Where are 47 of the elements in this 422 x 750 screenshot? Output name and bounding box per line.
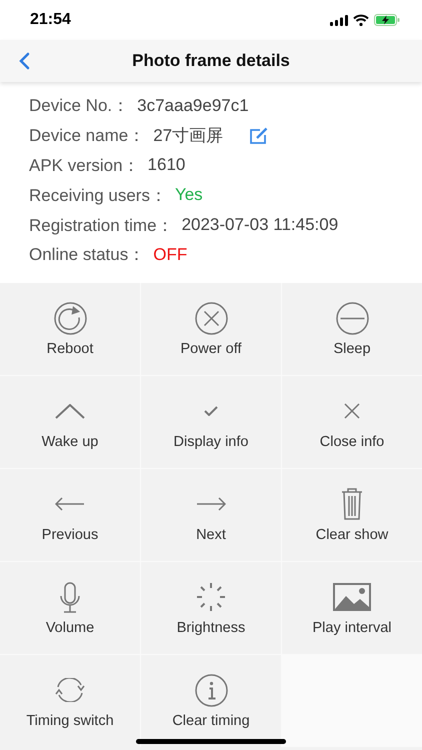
refresh-icon: [55, 678, 85, 702]
info-value: 3c7aaa9e97c1: [137, 96, 249, 116]
info-label: Registration time：: [29, 214, 174, 237]
info-label: Receiving users：: [29, 184, 167, 207]
action-button[interactable]: Volume: [0, 562, 140, 654]
action-button[interactable]: Next: [141, 469, 281, 561]
left-arrow-icon: [55, 497, 85, 511]
edit-icon[interactable]: [249, 126, 270, 145]
close-icon: [344, 403, 360, 419]
loading-spinner-icon: [196, 582, 226, 612]
reboot-icon: [54, 302, 86, 334]
action-button[interactable]: Timing switch: [0, 655, 140, 747]
wifi-icon: [353, 14, 369, 26]
info-label: Device No.：: [29, 95, 130, 118]
trash-icon: [341, 488, 363, 520]
info-label: APK version：: [29, 154, 140, 177]
action-button[interactable]: Close info: [282, 376, 422, 468]
image-icon: [333, 583, 371, 611]
signal-icon: [330, 14, 348, 26]
checkmark-icon: [204, 406, 218, 416]
action-button[interactable]: Play interval: [282, 562, 422, 654]
action-button[interactable]: Display info: [141, 376, 281, 468]
info-value: Yes: [174, 185, 203, 206]
minus-circle-icon: [336, 302, 368, 334]
action-button[interactable]: Clear show: [282, 469, 422, 561]
back-icon[interactable]: [19, 52, 30, 70]
chevron-up-icon: [55, 404, 85, 418]
info-icon: [194, 674, 228, 706]
info-value: 2023-07-03 11:45:09: [182, 215, 338, 236]
action-button[interactable]: Brightness: [141, 562, 281, 654]
battery-charging-icon: [374, 14, 400, 26]
action-button[interactable]: Wake up: [0, 376, 140, 468]
status-time: 21:54: [30, 11, 71, 29]
right-arrow-icon: [196, 497, 226, 511]
action-button[interactable]: Clear timing: [141, 655, 281, 747]
info-label: Online status：: [29, 244, 146, 266]
action-button[interactable]: Power off: [141, 283, 281, 375]
info-value: 27寸画屏: [153, 125, 224, 148]
power-off-icon: [194, 302, 228, 334]
page-title: Photo frame details: [132, 51, 290, 71]
info-value: OFF: [153, 244, 188, 265]
microphone-icon: [60, 582, 80, 612]
action-button[interactable]: Previous: [0, 469, 140, 561]
action-button[interactable]: Reboot: [0, 283, 140, 375]
info-value: 1610: [148, 155, 186, 176]
info-label: Device name：: [29, 125, 146, 148]
action-button[interactable]: Sleep: [282, 283, 422, 375]
